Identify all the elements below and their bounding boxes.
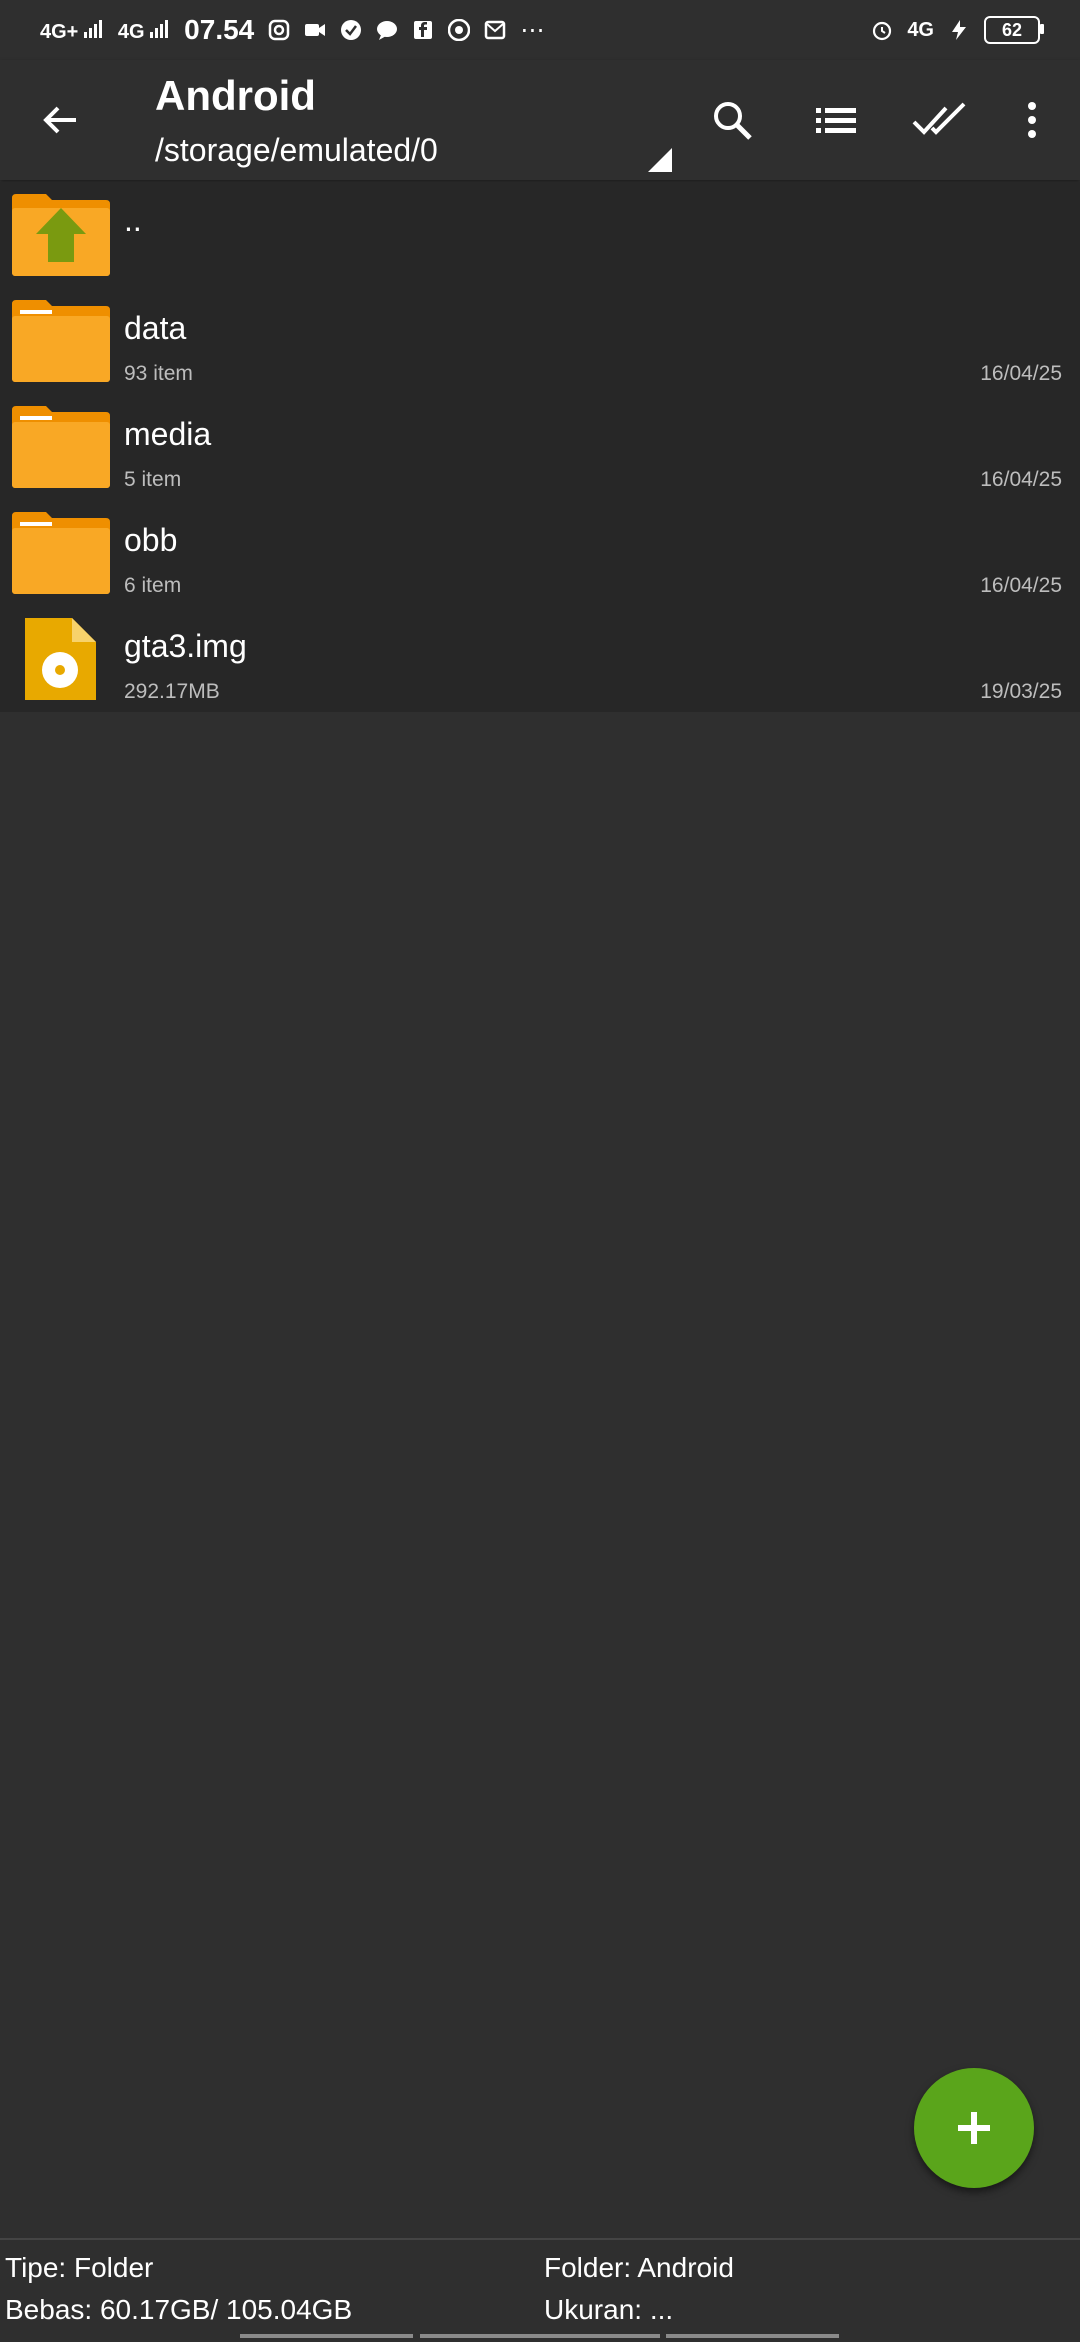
file-name: .. — [124, 202, 142, 238]
page-title: Android — [155, 72, 316, 119]
scroll-indicator — [240, 2334, 413, 2338]
signal-1-label: 4G+ — [40, 21, 79, 43]
file-name: obb — [124, 522, 178, 558]
status-left: 4G+ 4G 07.54 ⋯ — [40, 14, 544, 46]
scroll-indicator — [420, 2334, 660, 2338]
view-list-button[interactable] — [806, 90, 866, 150]
signal-icon-2: 4G — [118, 18, 170, 42]
file-date: 16/04/25 — [980, 574, 1062, 597]
mail-icon — [485, 20, 506, 40]
file-date: 19/03/25 — [980, 680, 1062, 703]
current-path[interactable]: /storage/emulated/0 — [155, 132, 438, 169]
scroll-indicator — [666, 2334, 839, 2338]
footer-folder: Folder: Android — [544, 2252, 734, 2283]
folder-icon — [12, 406, 110, 488]
charging-icon — [952, 20, 966, 40]
list-item[interactable]: gta3.img 292.17MB 19/03/25 — [0, 606, 1080, 712]
list-view-icon — [816, 108, 856, 133]
double-check-icon — [912, 102, 966, 135]
file-meta: 292.17MB — [124, 680, 220, 703]
file-meta: 93 item — [124, 362, 193, 385]
search-icon — [714, 102, 752, 140]
footer-size: Ukuran: ... — [544, 2294, 674, 2325]
arrow-back-icon — [43, 106, 76, 134]
signal-icon-1: 4G+ — [40, 18, 104, 42]
video-icon — [305, 24, 326, 36]
file-date: 16/04/25 — [980, 468, 1062, 491]
folder-icon — [12, 512, 110, 594]
select-all-button[interactable] — [910, 90, 970, 150]
signal-2-label: 4G — [117, 21, 145, 43]
facebook-icon — [414, 21, 433, 39]
file-date: 16/04/25 — [980, 362, 1062, 385]
file-meta: 5 item — [124, 468, 182, 491]
more-notifications-icon: ⋯ — [520, 16, 545, 44]
search-button[interactable] — [702, 90, 762, 150]
battery-level: 62 — [1001, 19, 1023, 40]
clock: 07.54 — [184, 14, 255, 45]
file-name: gta3.img — [124, 628, 247, 664]
file-list: .. data 93 item 16/04/25 media 5 item 16… — [0, 182, 1080, 712]
file-name: data — [124, 310, 187, 346]
file-name: media — [124, 416, 212, 452]
path-dropdown-icon[interactable] — [648, 148, 672, 172]
list-item-parent[interactable]: .. — [0, 182, 1080, 288]
status-bar: 4G+ 4G 07.54 ⋯ 4G 62 — [0, 0, 1080, 60]
list-item[interactable]: media 5 item 16/04/25 — [0, 394, 1080, 500]
chrome-icon — [448, 19, 471, 41]
list-item[interactable]: obb 6 item 16/04/25 — [0, 500, 1080, 606]
disc-image-icon — [25, 618, 96, 700]
add-fab-button[interactable] — [914, 2068, 1034, 2188]
instagram-icon — [269, 19, 290, 41]
footer-free-space: Bebas: 60.17GB/ 105.04GB — [5, 2294, 353, 2325]
more-vert-icon — [1028, 102, 1036, 138]
more-options-button[interactable] — [1002, 90, 1062, 150]
footer-info: Tipe: Folder Bebas: 60.17GB/ 105.04GB Fo… — [0, 2238, 1080, 2342]
battery-icon: 62 — [984, 16, 1044, 44]
back-button[interactable] — [30, 90, 90, 150]
footer-type: Tipe: Folder — [5, 2252, 154, 2283]
status-right: 4G 62 — [871, 16, 1044, 44]
file-meta: 6 item — [124, 574, 182, 597]
folder-icon — [12, 300, 110, 382]
list-item[interactable]: data 93 item 16/04/25 — [0, 288, 1080, 394]
network-4g-icon: 4G — [907, 19, 934, 41]
app-bar: Android /storage/emulated/0 — [0, 60, 1080, 180]
plus-icon — [958, 2112, 990, 2144]
folder-up-icon — [12, 194, 110, 276]
alarm-icon — [873, 21, 892, 41]
chat-bubble-icon — [377, 21, 398, 40]
check-circle-icon — [341, 20, 362, 40]
